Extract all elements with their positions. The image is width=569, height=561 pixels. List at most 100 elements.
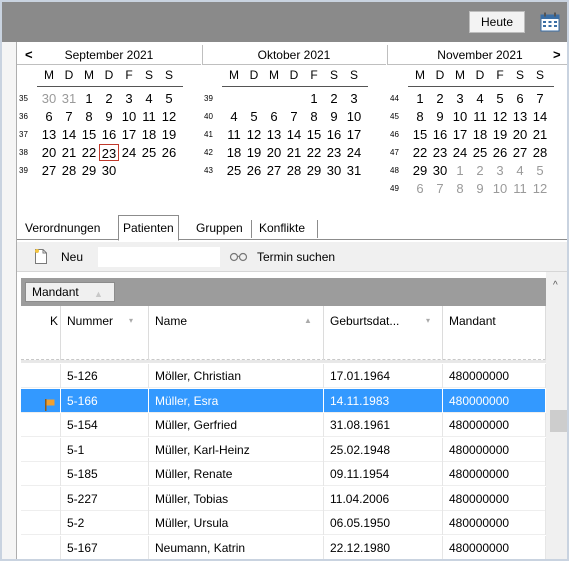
calendar-day[interactable]: 17 [344, 126, 364, 143]
calendar-day[interactable]: 15 [410, 126, 430, 143]
month-title[interactable]: September 2021 [17, 45, 201, 65]
cell-geburtsdatum[interactable]: 25.02.1948 [324, 437, 443, 462]
calendar-day[interactable]: 3 [344, 90, 364, 107]
calendar-day[interactable]: 12 [244, 126, 264, 143]
cell-nummer[interactable]: 5-166 [61, 388, 149, 413]
calendar-day[interactable]: 16 [324, 126, 344, 143]
calendar-day[interactable]: 18 [139, 126, 159, 143]
calendar-day[interactable]: 25 [224, 162, 244, 179]
calendar-day[interactable]: 9 [430, 108, 450, 125]
calendar-day[interactable]: 6 [39, 108, 59, 125]
calendar-day[interactable]: 10 [344, 108, 364, 125]
calendar-day[interactable]: 11 [139, 108, 159, 125]
calendar-day[interactable]: 9 [470, 180, 490, 197]
cell-k[interactable] [21, 486, 61, 511]
calendar-day[interactable]: 1 [450, 162, 470, 179]
calendar-day[interactable]: 4 [139, 90, 159, 107]
tab-verordnungen[interactable]: Verordnungen [21, 218, 104, 240]
cell-mandant[interactable]: 480000000 [443, 462, 546, 486]
calendar-day[interactable]: 5 [490, 90, 510, 107]
calendar-day[interactable]: 12 [159, 108, 179, 125]
cell-mandant[interactable]: 480000000 [443, 388, 546, 413]
calendar-day[interactable]: 26 [490, 144, 510, 161]
calendar-day[interactable]: 13 [39, 126, 59, 143]
month-title[interactable]: Oktober 2021 [202, 45, 386, 65]
calendar-day[interactable]: 7 [59, 108, 79, 125]
cell-k[interactable] [21, 388, 61, 413]
cell-name[interactable]: Neumann, Katrin [149, 535, 324, 559]
cell-nummer[interactable]: 5-126 [61, 364, 149, 388]
cell-mandant[interactable]: 480000000 [443, 511, 546, 535]
cell-k[interactable] [21, 413, 61, 437]
calendar-icon[interactable] [539, 12, 561, 32]
cell-nummer[interactable]: 5-2 [61, 511, 149, 535]
calendar-day[interactable]: 11 [470, 108, 490, 125]
calendar-day[interactable]: 11 [224, 126, 244, 143]
column-header-geburtsdatum[interactable]: Geburtsdat... ▾ [324, 306, 443, 336]
calendar-day[interactable]: 31 [59, 90, 79, 107]
calendar-day[interactable]: 28 [284, 162, 304, 179]
calendar-day[interactable]: 19 [490, 126, 510, 143]
calendar-day[interactable]: 29 [304, 162, 324, 179]
table-row[interactable]: 5-126 Möller, Christian 17.01.1964 48000000… [21, 364, 546, 388]
calendar-day[interactable]: 7 [430, 180, 450, 197]
calendar-day[interactable]: 24 [344, 144, 364, 161]
calendar-day[interactable]: 18 [470, 126, 490, 143]
table-row[interactable]: 5-167 Neumann, Katrin 22.12.1980 480000000 [21, 535, 546, 559]
calendar-day[interactable]: 21 [284, 144, 304, 161]
tab-patienten[interactable]: Patienten [118, 215, 179, 241]
column-header-name[interactable]: Name ▲ [149, 306, 324, 336]
cell-k[interactable] [21, 364, 61, 388]
cell-k[interactable] [21, 462, 61, 486]
group-chip-mandant[interactable]: Mandant ▲ [25, 282, 115, 302]
calendar-day[interactable]: 20 [39, 144, 59, 161]
calendar-day[interactable]: 7 [530, 90, 550, 107]
calendar-day[interactable]: 3 [119, 90, 139, 107]
calendar-day[interactable]: 25 [470, 144, 490, 161]
calendar-day[interactable]: 2 [430, 90, 450, 107]
calendar-day[interactable]: 27 [264, 162, 284, 179]
cell-geburtsdatum[interactable]: 17.01.1964 [324, 364, 443, 388]
cell-nummer[interactable]: 5-185 [61, 462, 149, 486]
calendar-day[interactable]: 8 [450, 180, 470, 197]
calendar-day[interactable]: 27 [510, 144, 530, 161]
calendar-day[interactable]: 15 [304, 126, 324, 143]
calendar-day[interactable]: 24 [450, 144, 470, 161]
calendar-day[interactable]: 26 [159, 144, 179, 161]
calendar-day[interactable]: 9 [324, 108, 344, 125]
find-appointment-button[interactable]: Termin suchen [257, 250, 335, 264]
calendar-day[interactable]: 3 [450, 90, 470, 107]
filter-cell[interactable] [443, 336, 546, 360]
cell-k[interactable] [21, 511, 61, 535]
calendar-day[interactable]: 16 [430, 126, 450, 143]
calendar-day[interactable]: 21 [59, 144, 79, 161]
calendar-day[interactable]: 15 [79, 126, 99, 143]
cell-geburtsdatum[interactable]: 22.12.1980 [324, 535, 443, 559]
calendar-day[interactable]: 18 [224, 144, 244, 161]
calendar-day[interactable]: 4 [224, 108, 244, 125]
calendar-day[interactable]: 12 [490, 108, 510, 125]
calendar-day[interactable]: 2 [99, 90, 119, 107]
calendar-day[interactable]: 17 [450, 126, 470, 143]
cell-nummer[interactable]: 5-227 [61, 486, 149, 511]
scrollbar-thumb[interactable] [550, 410, 567, 432]
cell-mandant[interactable]: 480000000 [443, 535, 546, 559]
filter-cell[interactable] [324, 336, 443, 360]
table-row[interactable]: 5-185 Müller, Renate 09.11.1954 480000000 [21, 462, 546, 486]
calendar-day[interactable]: 22 [79, 144, 99, 161]
calendar-day[interactable]: 17 [119, 126, 139, 143]
calendar-day[interactable]: 9 [99, 108, 119, 125]
glasses-icon[interactable] [229, 251, 249, 263]
calendar-day[interactable]: 6 [264, 108, 284, 125]
scroll-up-icon[interactable]: ^ [553, 280, 558, 291]
calendar-day[interactable]: 5 [530, 162, 550, 179]
calendar-day-today[interactable]: 23 [99, 144, 119, 161]
calendar-day[interactable]: 4 [470, 90, 490, 107]
new-button-label[interactable]: Neu [61, 250, 83, 264]
cell-mandant[interactable]: 480000000 [443, 486, 546, 511]
calendar-day[interactable]: 13 [510, 108, 530, 125]
filter-cell[interactable] [149, 336, 324, 360]
cell-nummer[interactable]: 5-154 [61, 413, 149, 437]
calendar-day[interactable]: 2 [470, 162, 490, 179]
calendar-day[interactable]: 28 [59, 162, 79, 179]
